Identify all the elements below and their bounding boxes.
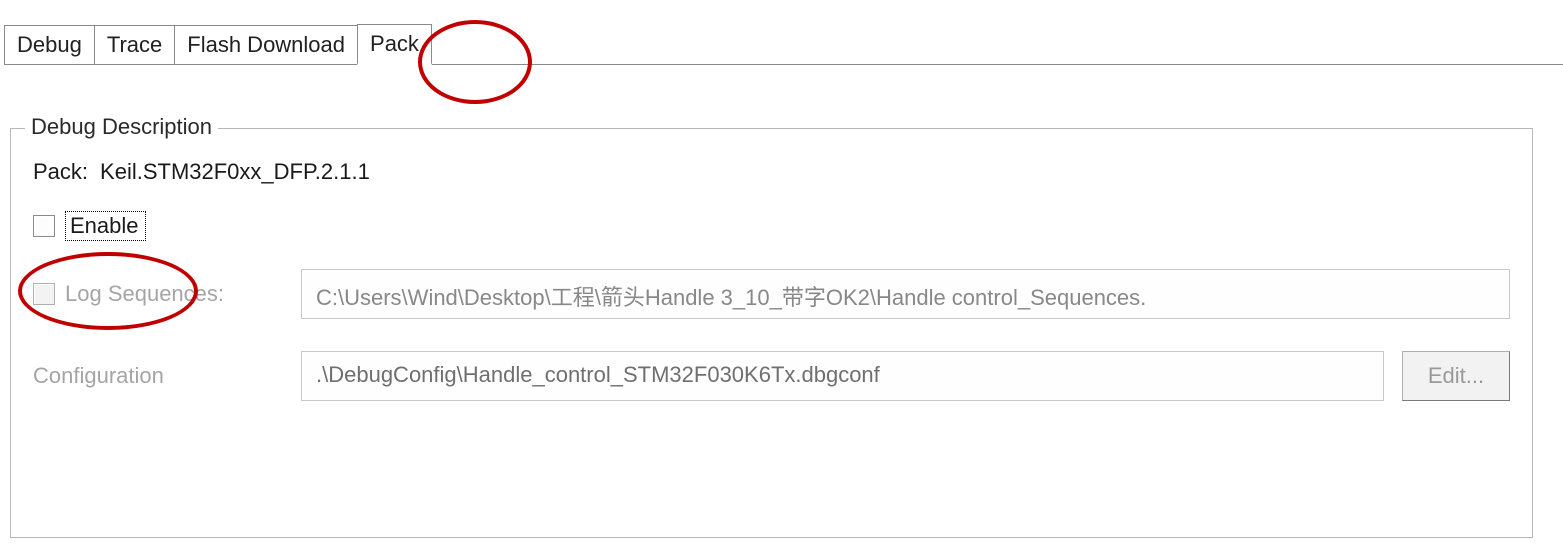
tab-trace[interactable]: Trace — [94, 25, 175, 64]
log-sequences-field: C:\Users\Wind\Desktop\工程\箭头Handle 3_10_带… — [301, 269, 1510, 319]
log-sequences-row: Log Sequences: C:\Users\Wind\Desktop\工程\… — [33, 269, 1510, 319]
tab-pack[interactable]: Pack — [357, 24, 432, 65]
enable-label[interactable]: Enable — [65, 211, 146, 241]
pack-row: Pack: Keil.STM32F0xx_DFP.2.1.1 — [33, 159, 1510, 185]
edit-button: Edit... — [1402, 351, 1510, 401]
tab-underline — [4, 64, 1563, 65]
groupbox-title: Debug Description — [25, 114, 218, 140]
tab-flash-download[interactable]: Flash Download — [174, 25, 358, 64]
groupbox-debug-description: Debug Description Pack: Keil.STM32F0xx_D… — [10, 128, 1533, 538]
log-sequences-label: Log Sequences: — [65, 281, 224, 307]
tab-debug[interactable]: Debug — [4, 25, 95, 64]
pack-label: Pack: — [33, 159, 88, 185]
configuration-label: Configuration — [33, 363, 253, 389]
log-sequences-label-wrap: Log Sequences: — [33, 281, 253, 307]
enable-checkbox[interactable] — [33, 215, 55, 237]
tab-bar: Debug Trace Flash Download Pack — [4, 18, 1563, 64]
pack-value: Keil.STM32F0xx_DFP.2.1.1 — [100, 159, 370, 185]
configuration-row: Configuration .\DebugConfig\Handle_contr… — [33, 351, 1510, 401]
configuration-field: .\DebugConfig\Handle_control_STM32F030K6… — [301, 351, 1384, 401]
log-sequences-checkbox — [33, 283, 55, 305]
enable-row: Enable — [33, 211, 1510, 241]
